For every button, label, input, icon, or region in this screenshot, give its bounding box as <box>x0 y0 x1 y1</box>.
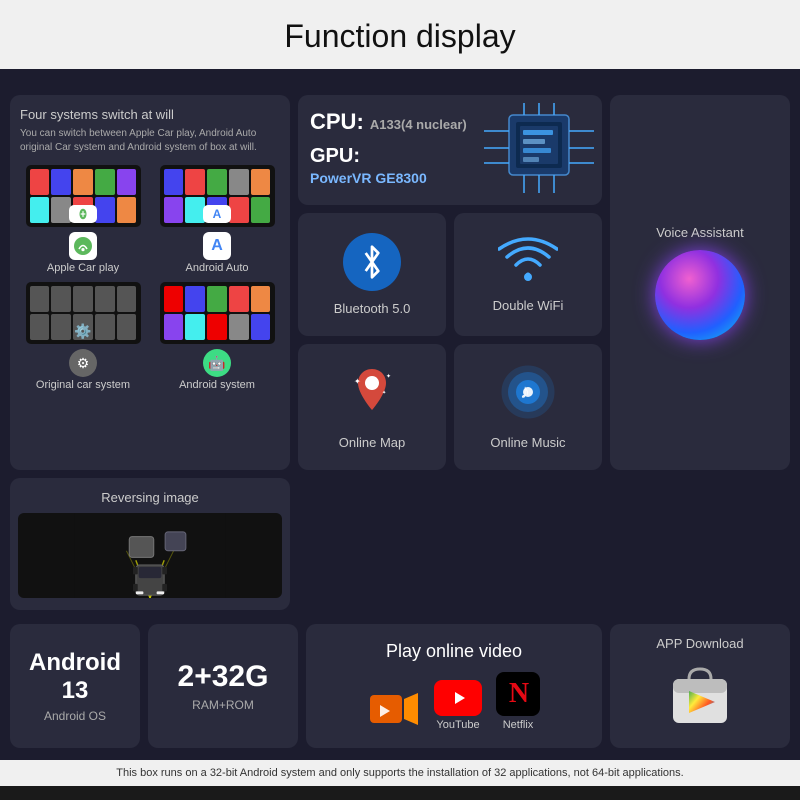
netflix-label: Netflix <box>503 719 534 731</box>
music-icon: ♪ <box>500 364 556 425</box>
android13-label: Android 13 <box>22 649 128 705</box>
video-youtube: YouTube <box>434 680 482 731</box>
map-icon: ✦ ✦ ✦ <box>344 364 400 425</box>
video-title: Play online video <box>386 641 522 662</box>
bluetooth-icon <box>343 233 401 291</box>
cell-wifi: Double WiFi <box>454 213 602 336</box>
svg-text:✦: ✦ <box>386 373 391 380</box>
voice-label: Voice Assistant <box>656 225 743 240</box>
video-netflix: N Netflix <box>496 672 540 731</box>
apple-carplay-label: Apple Car play <box>47 262 119 274</box>
siri-icon <box>655 250 745 340</box>
cell-map: ✦ ✦ ✦ Online Map <box>298 344 446 470</box>
map-label: Online Map <box>339 435 405 450</box>
bottom-note: This box runs on a 32-bit Android system… <box>0 760 800 786</box>
cell-video: Play online video <box>306 624 602 748</box>
android-system-label: Android system <box>179 379 255 391</box>
youtube-label: YouTube <box>436 719 479 731</box>
svg-text:✦: ✦ <box>354 377 361 386</box>
play-store-icon <box>665 661 735 736</box>
cell-bluetooth: Bluetooth 5.0 <box>298 213 446 336</box>
cell-ram: 2+32G RAM+ROM <box>148 624 298 748</box>
systems-desc: You can switch between Apple Car play, A… <box>20 127 280 155</box>
bluetooth-label: Bluetooth 5.0 <box>334 301 411 316</box>
wifi-icon <box>498 237 558 288</box>
gpu-label: GPU: <box>310 145 590 168</box>
app-download-label: APP Download <box>656 636 743 651</box>
svg-text:♪: ♪ <box>520 381 530 403</box>
original-car-label: Original car system <box>36 379 130 391</box>
reverse-label: Reversing image <box>101 490 199 505</box>
system-android: 🤖 Android system <box>154 282 280 391</box>
cell-cpu: CPU: A133(4 nuclear) GPU: PowerVR GE8300 <box>298 95 602 205</box>
android-os-sub: Android OS <box>44 709 106 723</box>
cpu-label: CPU: <box>310 109 364 134</box>
android-auto-label: Android Auto <box>186 262 249 274</box>
cell-app-download: APP Download <box>610 624 790 748</box>
cell-voice: Voice Assistant <box>610 95 790 470</box>
video-camera-icon <box>368 687 420 731</box>
cell-systems: Four systems switch at will You can swit… <box>10 95 290 470</box>
ram-value: 2+32G <box>178 660 269 694</box>
page-title: Function display <box>0 0 800 69</box>
reverse-image <box>18 513 282 598</box>
system-original-car: ⚙️ ⚙ Original car system <box>20 282 146 391</box>
music-label: Online Music <box>490 435 565 450</box>
cell-reverse: Reversing image <box>10 478 290 610</box>
system-android-auto: A A Android Auto <box>154 165 280 274</box>
gpu-value: PowerVR GE8300 <box>310 170 590 186</box>
ram-sub: RAM+ROM <box>192 698 254 712</box>
svg-text:✦: ✦ <box>382 390 386 396</box>
cell-music: ♪ Online Music <box>454 344 602 470</box>
system-apple-carplay: Apple Car play <box>20 165 146 274</box>
cpu-value: A133(4 nuclear) <box>370 117 467 132</box>
systems-title: Four systems switch at will <box>20 107 280 122</box>
wifi-label: Double WiFi <box>493 298 564 313</box>
cell-android13: Android 13 Android OS <box>10 624 140 748</box>
